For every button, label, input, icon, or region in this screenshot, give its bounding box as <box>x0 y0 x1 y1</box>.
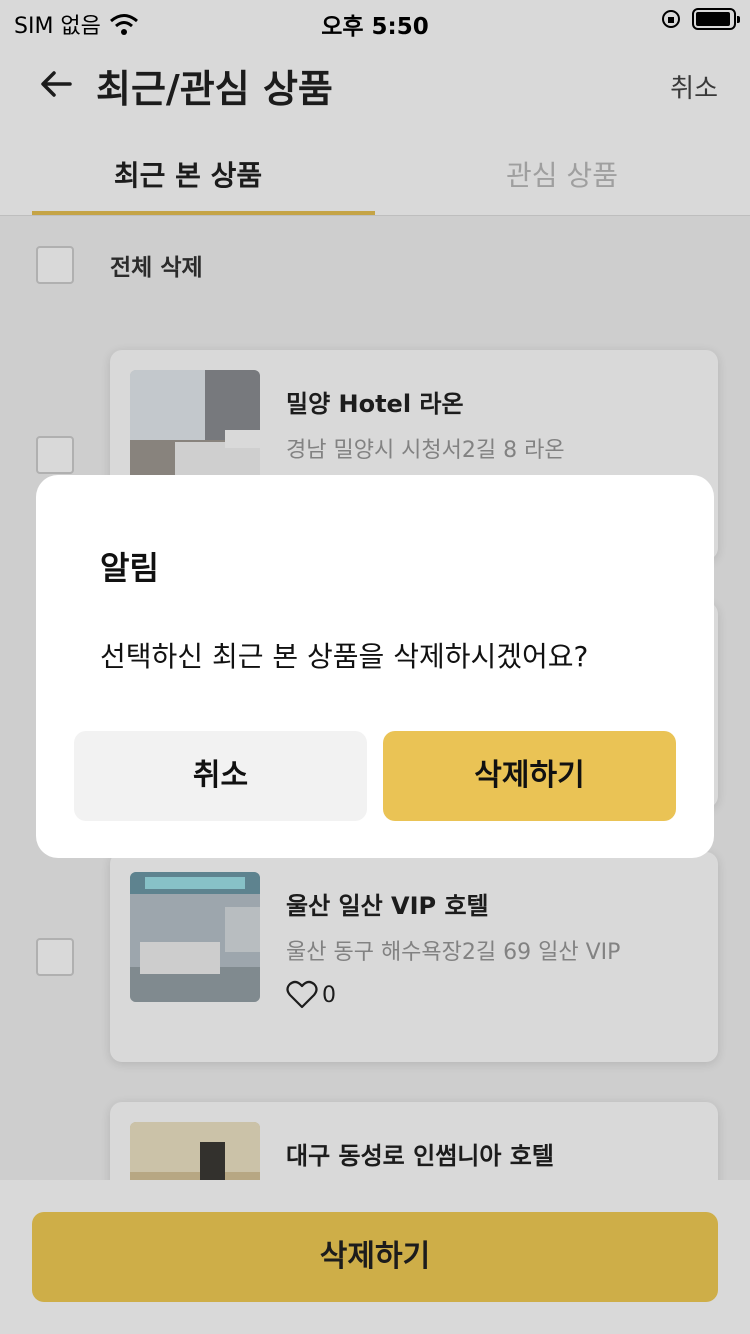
dialog-confirm-delete-button[interactable]: 삭제하기 <box>383 731 676 821</box>
dialog-message: 선택하신 최근 본 상품을 삭제하시겠어요? <box>100 640 589 673</box>
dialog-title: 알림 <box>100 549 159 587</box>
recent-items-screen: SIM 없음 오후 5:50 최근/관심 상품 취소 최근 본 상품 관심 상품 <box>0 0 750 1334</box>
dialog-cancel-button[interactable]: 취소 <box>74 731 367 821</box>
alert-dialog: 알림 선택하신 최근 본 상품을 삭제하시겠어요? 취소 삭제하기 <box>36 475 714 858</box>
